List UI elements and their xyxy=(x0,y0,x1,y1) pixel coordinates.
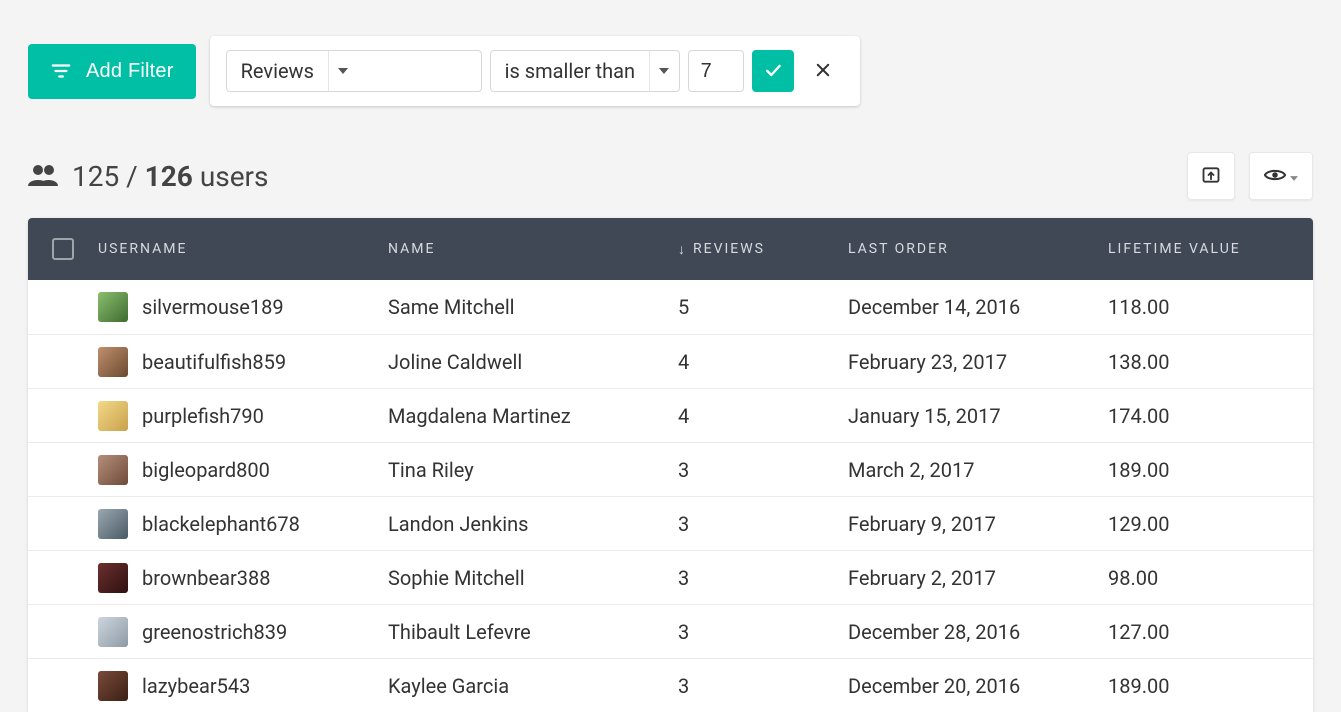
cell-last-order: February 23, 2017 xyxy=(848,350,1108,374)
count-separator: / xyxy=(119,160,144,193)
filter-operator-select[interactable]: is smaller than xyxy=(490,50,680,92)
cell-lifetime-value: 138.00 xyxy=(1108,350,1313,374)
cell-name: Landon Jenkins xyxy=(388,512,678,536)
check-icon xyxy=(763,60,783,83)
cell-last-order: December 14, 2016 xyxy=(848,295,1108,319)
export-button[interactable] xyxy=(1187,152,1235,200)
filter-operator-value: is smaller than xyxy=(491,59,649,83)
count-noun: users xyxy=(193,160,269,193)
cell-reviews: 3 xyxy=(678,458,848,482)
cell-lifetime-value: 189.00 xyxy=(1108,674,1313,698)
people-icon xyxy=(28,160,58,193)
cell-username: lazybear543 xyxy=(142,674,250,698)
count-total: 126 xyxy=(145,160,193,193)
cell-lifetime-value: 174.00 xyxy=(1108,404,1313,428)
eye-icon xyxy=(1264,167,1286,186)
filter-field-value: Reviews xyxy=(227,59,328,83)
avatar xyxy=(98,292,128,322)
cell-username: silvermouse189 xyxy=(142,295,284,319)
col-reviews-label: REVIEWS xyxy=(693,241,765,257)
avatar xyxy=(98,455,128,485)
table-row[interactable]: lazybear543 Kaylee Garcia3December 20, 20… xyxy=(28,658,1313,712)
columns-visibility-button[interactable] xyxy=(1249,152,1313,200)
cell-last-order: February 9, 2017 xyxy=(848,512,1108,536)
avatar xyxy=(98,563,128,593)
table-row[interactable]: purplefish790 Magdalena Martinez4January … xyxy=(28,388,1313,442)
cell-last-order: January 15, 2017 xyxy=(848,404,1108,428)
filter-cancel-button[interactable] xyxy=(802,50,844,92)
add-filter-button[interactable]: Add Filter xyxy=(28,44,196,99)
cell-lifetime-value: 98.00 xyxy=(1108,566,1313,590)
cell-reviews: 3 xyxy=(678,620,848,644)
cell-name: Sophie Mitchell xyxy=(388,566,678,590)
caret-down-icon xyxy=(328,51,358,91)
cell-reviews: 4 xyxy=(678,404,848,428)
count-current: 125 xyxy=(72,160,119,193)
table-header: USERNAME NAME ↓ REVIEWS LAST ORDER LIFET… xyxy=(28,218,1313,280)
cell-reviews: 3 xyxy=(678,674,848,698)
table-row[interactable]: brownbear388 Sophie Mitchell3February 2, … xyxy=(28,550,1313,604)
caret-down-icon xyxy=(649,51,679,91)
cell-username: bigleopard800 xyxy=(142,458,270,482)
table-row[interactable]: bigleopard800 Tina Riley3March 2, 2017189… xyxy=(28,442,1313,496)
table-row[interactable]: beautifulfish859 Joline Caldwell4February… xyxy=(28,334,1313,388)
sort-arrow-icon: ↓ xyxy=(678,241,687,258)
table-row[interactable]: silvermouse189 Same Mitchell5December 14,… xyxy=(28,280,1313,334)
users-table: USERNAME NAME ↓ REVIEWS LAST ORDER LIFET… xyxy=(28,218,1313,712)
avatar xyxy=(98,671,128,701)
cell-lifetime-value: 189.00 xyxy=(1108,458,1313,482)
caret-down-icon xyxy=(1290,169,1298,184)
col-lifetime-value[interactable]: LIFETIME VALUE xyxy=(1108,241,1313,257)
cell-last-order: December 28, 2016 xyxy=(848,620,1108,644)
col-reviews[interactable]: ↓ REVIEWS xyxy=(678,241,848,258)
cell-reviews: 3 xyxy=(678,512,848,536)
filter-confirm-button[interactable] xyxy=(752,50,794,92)
cell-lifetime-value: 118.00 xyxy=(1108,295,1313,319)
cell-username: beautifulfish859 xyxy=(142,350,286,374)
filter-field-select[interactable]: Reviews xyxy=(226,50,482,92)
cell-name: Magdalena Martinez xyxy=(388,404,678,428)
cell-username: greenostrich839 xyxy=(142,620,287,644)
cell-name: Kaylee Garcia xyxy=(388,674,678,698)
result-count: 125 / 126 users xyxy=(28,160,269,193)
avatar xyxy=(98,401,128,431)
cell-lifetime-value: 129.00 xyxy=(1108,512,1313,536)
cell-lifetime-value: 127.00 xyxy=(1108,620,1313,644)
cell-name: Thibault Lefevre xyxy=(388,620,678,644)
cell-reviews: 3 xyxy=(678,566,848,590)
cell-username: brownbear388 xyxy=(142,566,271,590)
cell-reviews: 4 xyxy=(678,350,848,374)
cell-username: purplefish790 xyxy=(142,404,264,428)
cell-reviews: 5 xyxy=(678,295,848,319)
add-filter-label: Add Filter xyxy=(86,60,174,83)
cell-last-order: February 2, 2017 xyxy=(848,566,1108,590)
filter-icon xyxy=(50,60,72,82)
filter-builder: Reviews is smaller than xyxy=(210,36,860,106)
cell-name: Same Mitchell xyxy=(388,295,678,319)
table-row[interactable]: blackelephant678 Landon Jenkins3February … xyxy=(28,496,1313,550)
close-icon xyxy=(814,61,832,82)
filter-value-input[interactable] xyxy=(688,50,744,92)
table-row[interactable]: greenostrich839 Thibault Lefevre3December… xyxy=(28,604,1313,658)
cell-last-order: March 2, 2017 xyxy=(848,458,1108,482)
cell-username: blackelephant678 xyxy=(142,512,300,536)
avatar xyxy=(98,509,128,539)
col-name[interactable]: NAME xyxy=(388,241,678,257)
export-icon xyxy=(1201,165,1221,188)
col-last-order[interactable]: LAST ORDER xyxy=(848,241,1108,257)
col-username[interactable]: USERNAME xyxy=(98,241,388,257)
select-all-checkbox[interactable] xyxy=(52,238,74,260)
avatar xyxy=(98,617,128,647)
cell-name: Joline Caldwell xyxy=(388,350,678,374)
avatar xyxy=(98,347,128,377)
cell-name: Tina Riley xyxy=(388,458,678,482)
cell-last-order: December 20, 2016 xyxy=(848,674,1108,698)
